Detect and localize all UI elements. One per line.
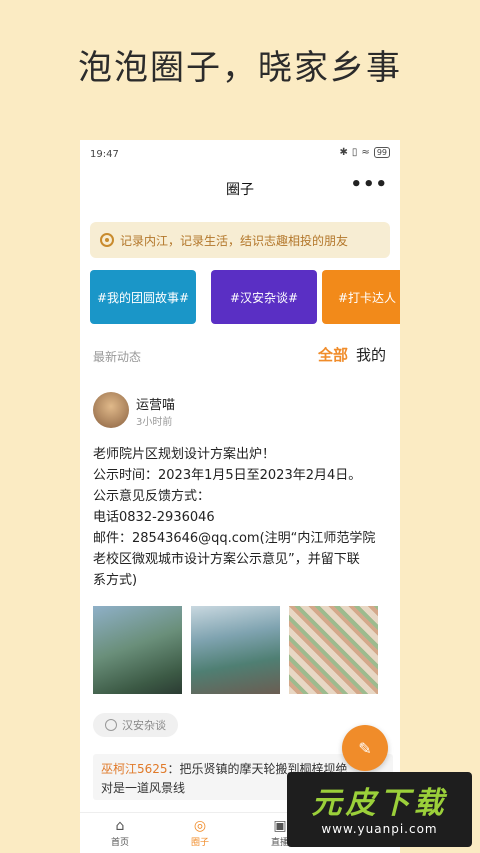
status-icons: ✱ ▯ ≈ 99	[340, 147, 390, 158]
watermark-url: www.yuanpi.com	[321, 822, 438, 836]
topic-card-2[interactable]: #汉安杂谈#	[211, 270, 317, 324]
avatar[interactable]	[93, 392, 129, 428]
post-photo-3[interactable]	[289, 606, 378, 694]
promo-title: 泡泡圈子，晓家乡事	[78, 48, 402, 88]
more-menu-button[interactable]: •••	[350, 174, 388, 195]
post-line: 公示时间：2023年1月5日至2023年2月4日。	[93, 468, 362, 483]
notice-banner: 记录内江，记录生活，结识志趣相投的朋友	[90, 222, 390, 258]
feed-header: 最新动态 全部 我的	[80, 334, 400, 374]
topic-tag[interactable]: 汉安杂谈	[93, 713, 178, 737]
post-content: 老师院片区规划设计方案出炉！ 公示时间：2023年1月5日至2023年2月4日。…	[93, 444, 393, 591]
phone-screen: 19:47 ✱ ▯ ≈ 99 圈子 ••• 记录内江，记录生活，结识志趣相投的朋…	[80, 140, 400, 853]
post-line: 系方式)	[93, 573, 138, 588]
topic-card-1[interactable]: #我的团圆故事#	[90, 270, 196, 324]
tab-mine[interactable]: 我的	[356, 344, 386, 365]
comment-text-line2: 对是一道风景线	[101, 781, 186, 795]
topic-tag-icon	[105, 719, 117, 731]
notice-icon	[100, 233, 114, 247]
bluetooth-icon: ✱	[339, 147, 348, 158]
post-photo-2[interactable]	[191, 606, 280, 694]
notice-text: 记录内江，记录生活，结识志趣相投的朋友	[120, 233, 349, 248]
topic-tag-label: 汉安杂谈	[122, 719, 166, 732]
status-time: 19:47	[90, 149, 119, 160]
circle-icon: ◎	[193, 818, 207, 834]
topic-card-3[interactable]: #打卡达人	[322, 270, 400, 324]
post-username[interactable]: 运营喵	[136, 394, 175, 413]
wifi-icon: ≈	[361, 147, 370, 158]
status-bar: 19:47 ✱ ▯ ≈ 99	[80, 140, 400, 168]
nav-bar: 圈子 •••	[80, 168, 400, 208]
post-line: 公示意见反馈方式：	[93, 489, 211, 504]
home-icon: ⌂	[115, 818, 125, 834]
tab-home-label: 首页	[110, 838, 129, 848]
post-photo-1[interactable]	[93, 606, 182, 694]
comment-author[interactable]: 巫柯江5625	[101, 762, 168, 776]
post-line: 老校区微观城市设计方案公示意见”，并留下联	[93, 552, 360, 567]
tab-circle[interactable]: ◎ 圈子	[170, 817, 230, 848]
feed-section-label: 最新动态	[93, 350, 142, 364]
vibrate-icon: ▯	[351, 147, 358, 158]
edit-icon: ✎	[358, 738, 372, 758]
post-photos	[93, 606, 393, 694]
watermark-logo: 元皮下载 www.yuanpi.com	[287, 772, 472, 847]
tab-home[interactable]: ⌂ 首页	[90, 817, 150, 848]
topic-list: #我的团圆故事# #汉安杂谈# #打卡达人	[80, 270, 400, 324]
battery-icon: 99	[373, 147, 390, 158]
post-line: 电话0832-2936046	[93, 510, 215, 525]
post-line: 老师院片区规划设计方案出炉！	[93, 447, 276, 462]
tab-circle-label: 圈子	[190, 838, 209, 848]
tab-all[interactable]: 全部	[318, 344, 348, 365]
compose-button[interactable]: ✎	[342, 725, 388, 771]
watermark-brand: 元皮下载	[311, 786, 448, 821]
post-line: 邮件：28543646@qq.com(注明“内江师范学院	[93, 531, 376, 546]
post-time: 3小时前	[136, 417, 173, 428]
